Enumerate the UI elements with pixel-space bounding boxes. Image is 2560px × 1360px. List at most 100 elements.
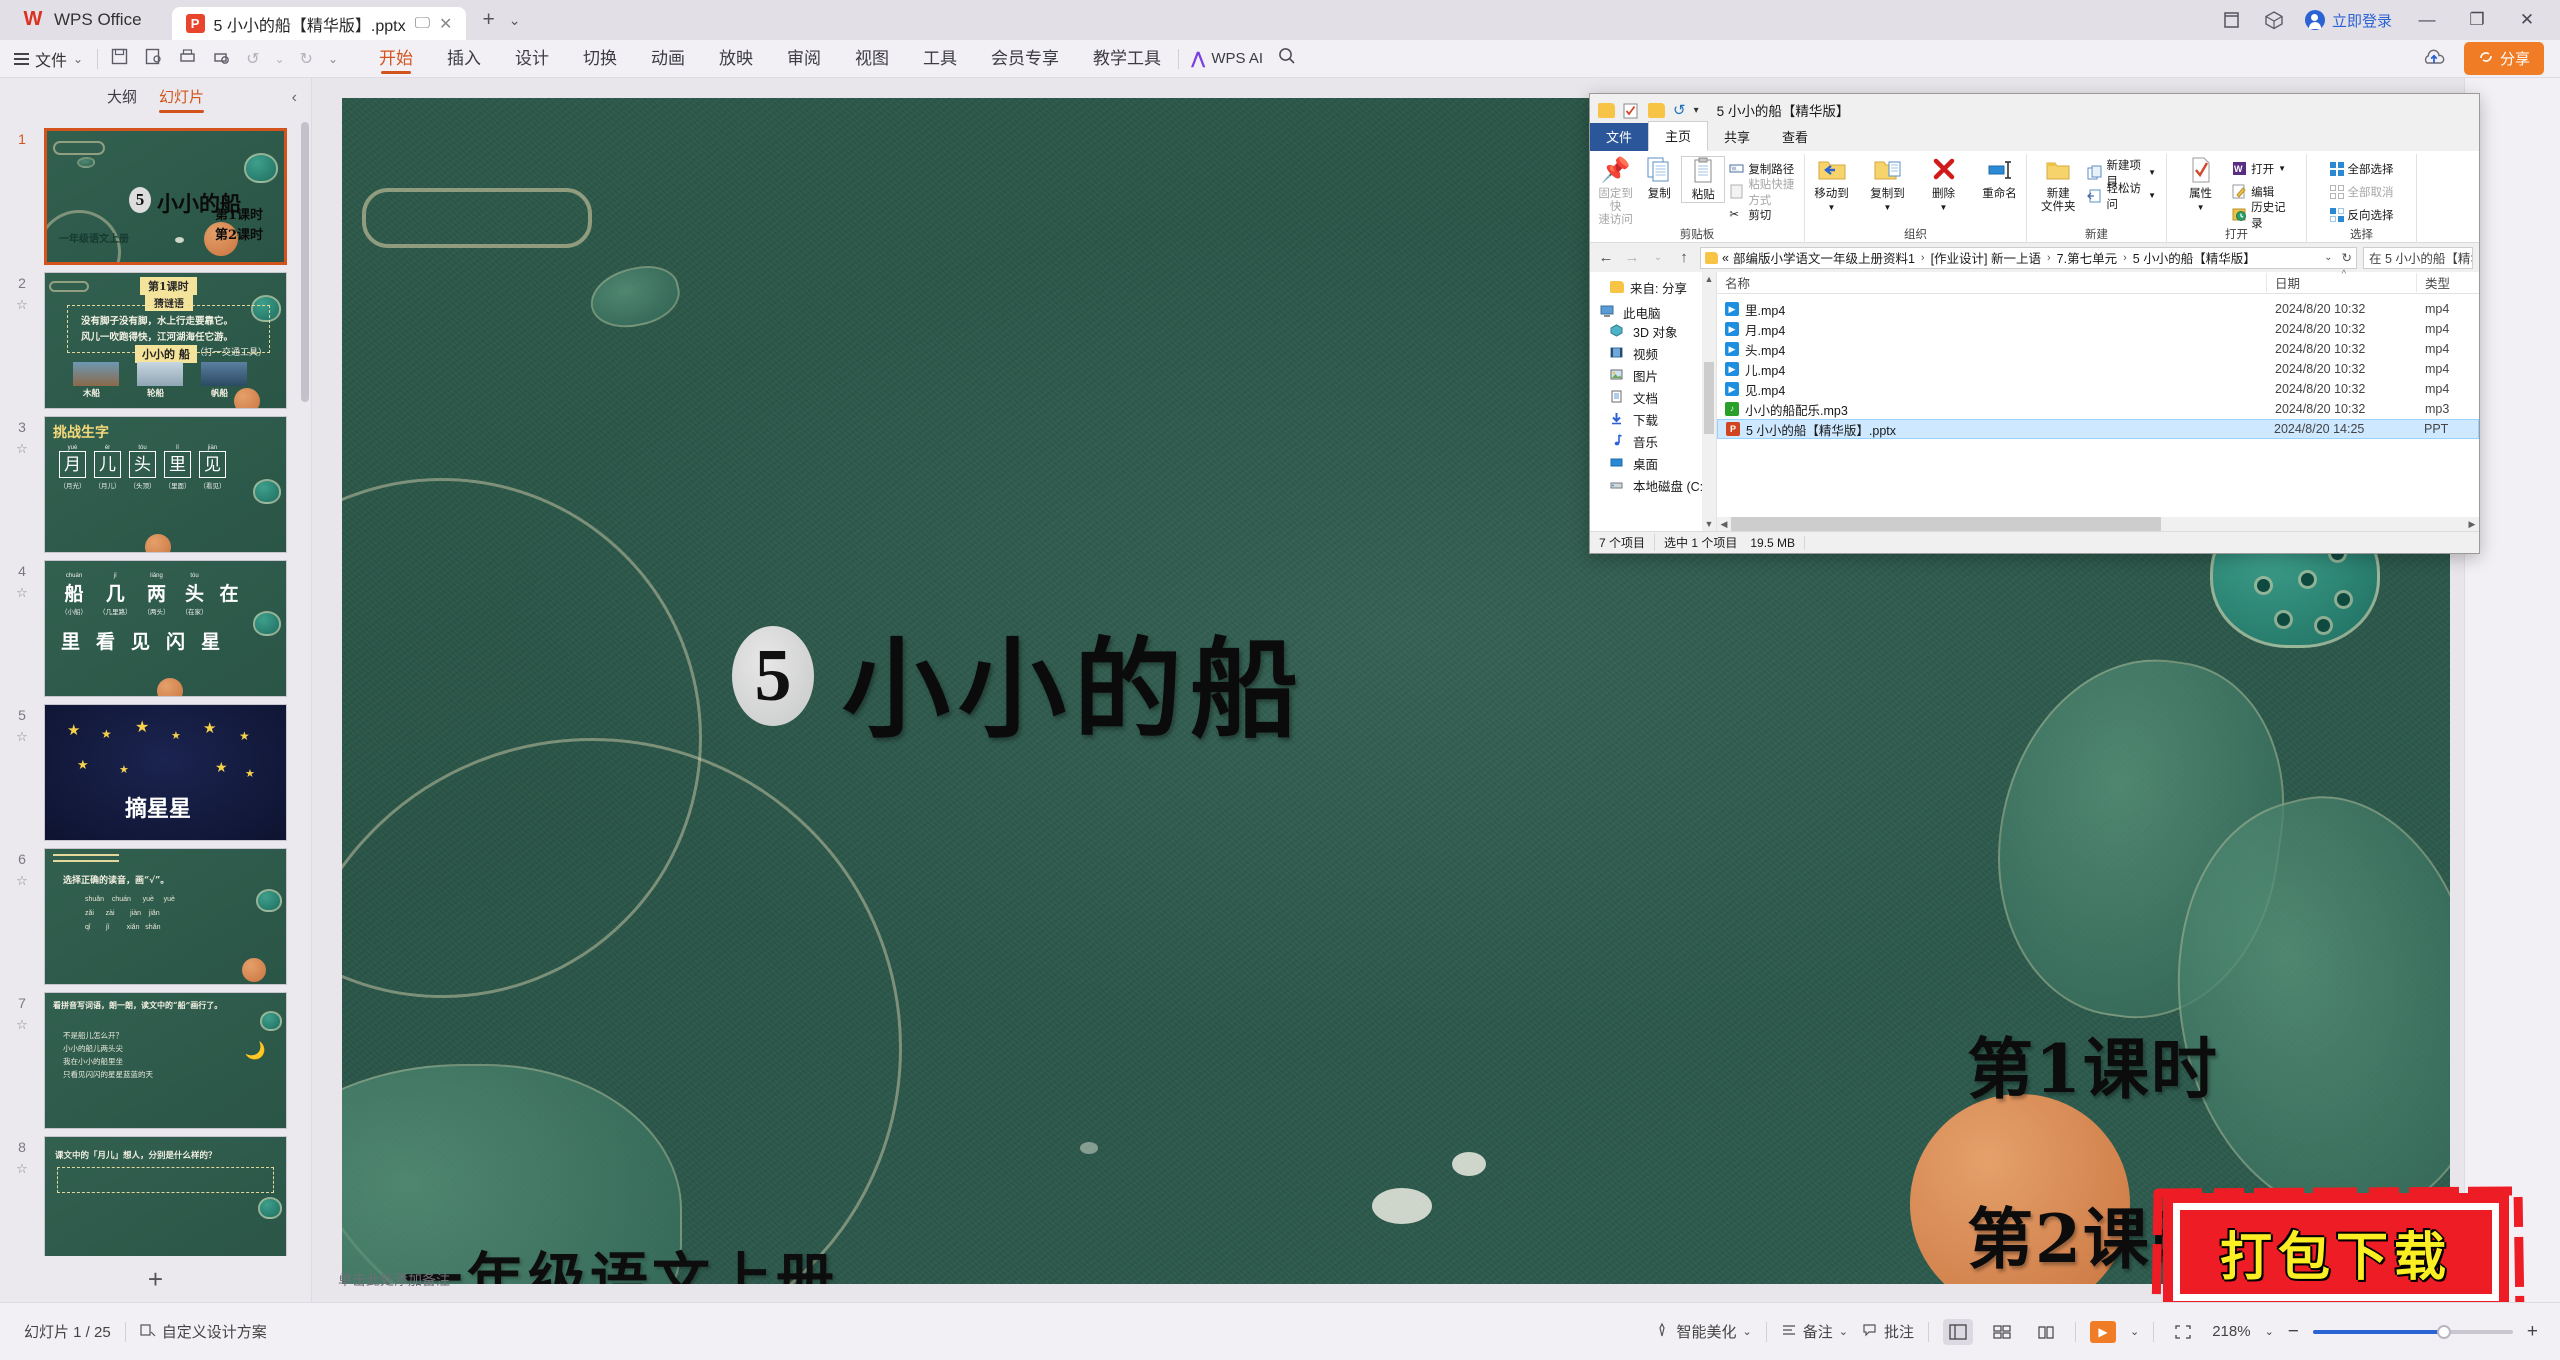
login-button[interactable]: 立即登录 — [2304, 10, 2392, 31]
smart-beautify-button[interactable]: 智能美化 ⌄ — [1654, 1321, 1752, 1342]
add-slide-button[interactable]: + — [148, 1264, 163, 1295]
comments-button[interactable]: 批注 — [1862, 1321, 1914, 1342]
column-header-name[interactable]: 名称 — [1717, 273, 2267, 292]
explorer-tab-home[interactable]: 主页 — [1648, 121, 1709, 151]
select-all-button[interactable]: 全部选择 — [2326, 158, 2398, 179]
file-name-cell[interactable]: ▶ 儿.mp4 — [1717, 360, 2267, 379]
ribbon-tab-transition[interactable]: 切换 — [566, 40, 634, 78]
zoom-slider[interactable] — [2312, 1324, 2513, 1339]
zoom-level-label[interactable]: 218% — [2212, 1323, 2250, 1340]
tab-list-dropdown-icon[interactable]: ⌄ — [509, 12, 521, 29]
print-preview-icon[interactable] — [212, 47, 231, 71]
favorite-icon[interactable]: ☆ — [0, 873, 44, 889]
slide-lesson-1-label[interactable]: 第1课时 — [1967, 1016, 2219, 1112]
file-name-cell[interactable]: ▶ 见.mp4 — [1717, 380, 2267, 399]
explorer-tab-share[interactable]: 共享 — [1708, 123, 1766, 151]
chevron-down-icon[interactable]: ▼ — [2197, 201, 2205, 214]
nav-item-this-pc[interactable]: 此电脑 — [1596, 298, 1716, 321]
window-icon[interactable] — [2221, 9, 2243, 31]
refresh-icon[interactable]: ↻ — [2337, 250, 2352, 265]
back-button[interactable]: ← — [1596, 249, 1616, 266]
new-tab-button[interactable]: + — [482, 8, 494, 32]
file-name-cell[interactable]: ▶ 头.mp4 — [1717, 340, 2267, 359]
scroll-down-icon[interactable]: ▼ — [1702, 517, 1716, 531]
file-name-cell[interactable]: P5 小小的船【精华版】.pptx — [1718, 420, 2266, 439]
recent-locations-button[interactable]: ⌄ — [1648, 252, 1668, 263]
slide-thumbnail-8[interactable]: 8 ☆ 课文中的「月儿」想人，分别是什么样的？ — [0, 1129, 311, 1256]
paste-shortcut-button[interactable]: 粘贴快捷方式 — [1725, 179, 1800, 207]
breadcrumb-item-1[interactable]: 部编版小学语文一年级上册资料1 — [1733, 248, 1915, 267]
save-as-icon[interactable] — [144, 47, 163, 71]
file-row[interactable]: ▶ 头.mp4 2024/8/20 10:32 mp4 — [1717, 339, 2479, 359]
nav-item-shared[interactable]: 来自: 分享 — [1596, 276, 1716, 298]
nav-item-music[interactable]: 音乐 — [1596, 430, 1716, 452]
history-button[interactable]: 历史记录 — [2228, 202, 2300, 230]
scroll-up-icon[interactable]: ▲ — [1702, 272, 1716, 286]
pin-to-quick-access-button[interactable]: 📌 固定到快 速访问 — [1594, 156, 1638, 227]
file-menu-button[interactable]: 文件 ⌄ — [0, 47, 97, 71]
start-slideshow-button[interactable]: ▶ — [2089, 1320, 2116, 1343]
slide-lesson-number[interactable]: 5 — [732, 626, 814, 726]
scrollbar-thumb[interactable] — [1704, 362, 1714, 434]
nav-item-videos[interactable]: 视频 — [1596, 342, 1716, 364]
nav-item-local-disk-c[interactable]: 本地磁盘 (C:) — [1596, 474, 1716, 496]
ribbon-tab-insert[interactable]: 插入 — [430, 40, 498, 78]
slideshow-options-caret-icon[interactable]: ⌄ — [2130, 1325, 2139, 1338]
nav-item-pictures[interactable]: 图片 — [1596, 364, 1716, 386]
explorer-search-input[interactable]: 在 5 小小的船【精华版】中搜索 — [2363, 246, 2473, 269]
copy-button[interactable]: 复制 — [1637, 156, 1681, 201]
favorite-icon[interactable]: ☆ — [0, 1161, 44, 1177]
document-tab[interactable]: P 5 小小的船【精华版】.pptx 🖵 ✕ — [171, 7, 467, 40]
chevron-down-icon[interactable]: ▼ — [2148, 191, 2156, 200]
breadcrumb-item-3[interactable]: 7.第七单元 — [2057, 248, 2117, 267]
zoom-dropdown-icon[interactable]: ⌄ — [2265, 1325, 2274, 1338]
design-scheme-button[interactable]: 自定义设计方案 — [140, 1321, 267, 1342]
fit-to-window-icon[interactable] — [2168, 1319, 2198, 1345]
zoom-slider-handle[interactable] — [2436, 1324, 2451, 1339]
slide-thumbnail-4[interactable]: 4 ☆ chuán 船（小船） jǐ 几（几里路） liǎng 两（两头） tóu 头（… — [0, 553, 311, 697]
slide-thumbnail-list[interactable]: 1 5 小小的船 第1课时 第2课时 一年级语文上册 2 ☆ 第1课时 猜谜语 … — [0, 118, 311, 1256]
new-folder-button[interactable]: 新建 文件夹 — [2033, 156, 2083, 214]
file-row[interactable]: ▶ 见.mp4 2024/8/20 10:32 mp4 — [1717, 379, 2479, 399]
file-row[interactable]: ▶ 月.mp4 2024/8/20 10:32 mp4 — [1717, 319, 2479, 339]
ribbon-tab-start[interactable]: 开始 — [362, 40, 430, 78]
file-name-cell[interactable]: ♪ 小小的船配乐.mp3 — [1717, 400, 2267, 419]
slide-thumbnail-7[interactable]: 7 ☆ 看拼音写词语，朗一朗，读文中的“船”画行了。 不是船儿怎么开？ 小小的船… — [0, 985, 311, 1129]
slide-thumbnail-6[interactable]: 6 ☆ 选择正确的读音，画“√”。 shuǎn chuán yuè yuè zǎ… — [0, 841, 311, 985]
scrollbar-thumb[interactable] — [1731, 517, 2161, 531]
forward-button[interactable]: → — [1622, 249, 1642, 266]
file-name-cell[interactable]: ▶ 里.mp4 — [1717, 300, 2267, 319]
redo-icon[interactable]: ↻ — [300, 49, 313, 69]
address-input[interactable]: « 部编版小学语文一年级上册资料1 › [作业设计] 新一上语 › 7.第七单元… — [1700, 246, 2357, 269]
chevron-down-icon[interactable]: ⌄ — [2324, 252, 2332, 263]
breadcrumb-item-4[interactable]: 5 小小的船【精华版】 — [2133, 248, 2256, 267]
select-none-button[interactable]: 全部取消 — [2326, 181, 2398, 202]
explorer-navigation-pane[interactable]: 来自: 分享 此电脑 3D 对象 视频 图片 文档 下载 音乐 桌面 本地磁盘 … — [1590, 272, 1717, 531]
column-header-type[interactable]: 类型 — [2417, 273, 2479, 292]
rename-button[interactable]: 重命名 — [1972, 156, 2028, 201]
move-to-button[interactable]: 移动到 ▼ — [1804, 156, 1860, 214]
search-icon[interactable] — [1263, 46, 1297, 71]
favorite-icon[interactable]: ☆ — [0, 297, 44, 313]
nav-item-documents[interactable]: 文档 — [1596, 386, 1716, 408]
favorite-icon[interactable]: ☆ — [0, 441, 44, 457]
invert-selection-button[interactable]: 反向选择 — [2326, 204, 2398, 225]
customize-caret-icon[interactable]: ▾ — [1694, 105, 1699, 116]
collapse-panel-icon[interactable]: ‹ — [292, 89, 297, 107]
ribbon-tab-animation[interactable]: 动画 — [634, 40, 702, 78]
file-list-horizontal-scrollbar[interactable]: ◀ ▶ — [1717, 517, 2479, 531]
slides-panel-scrollbar[interactable] — [301, 122, 309, 402]
file-explorer-window[interactable]: ↺ ▾ 5 小小的船【精华版】 文件 主页 共享 查看 📌 固定到快 速访问 复… — [1589, 93, 2480, 554]
save-icon[interactable] — [110, 47, 129, 71]
slide-thumbnail-3[interactable]: 3 ☆ 挑战生字 yuè 月（月光） ér 儿（月儿） tóu 头（头顶） lǐ 里（里… — [0, 409, 311, 553]
chevron-down-icon[interactable]: ▼ — [1940, 201, 1948, 214]
nav-item-3d-objects[interactable]: 3D 对象 — [1596, 320, 1716, 342]
undo-caret-icon[interactable]: ⌄ — [274, 52, 284, 66]
chevron-down-icon[interactable]: ⌄ — [1743, 1325, 1752, 1338]
favorite-icon[interactable]: ☆ — [0, 585, 44, 601]
folder-icon[interactable] — [1598, 102, 1615, 118]
share-button[interactable]: 分享 — [2463, 42, 2544, 75]
slide-title[interactable]: 小小的船 — [842, 603, 1306, 759]
favorite-icon[interactable]: ☆ — [0, 1017, 44, 1033]
wps-ai-button[interactable]: ⋀ WPS AI — [1179, 49, 1263, 69]
